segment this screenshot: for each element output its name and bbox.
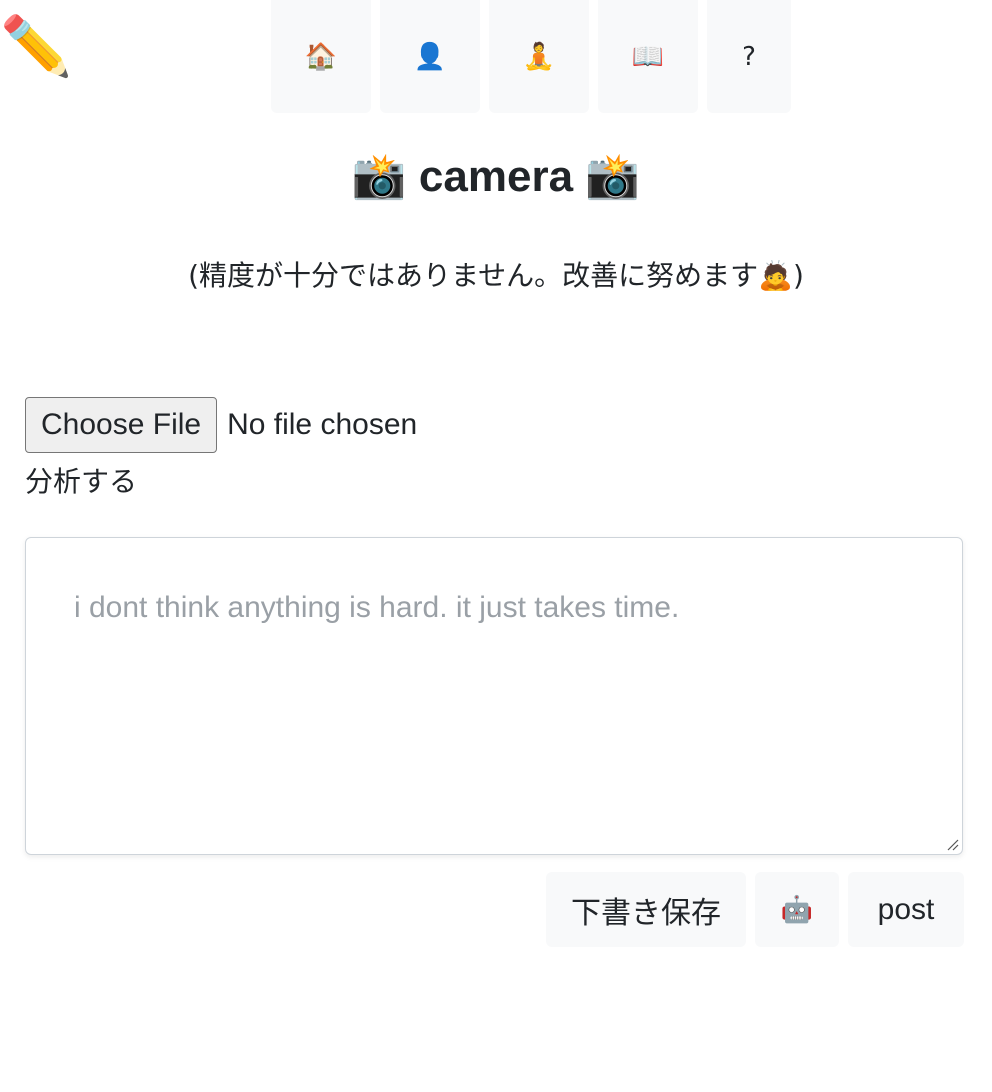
textarea-placeholder: i dont think anything is hard. it just t… <box>74 591 680 624</box>
file-input: Choose File No file chosen <box>25 397 417 453</box>
save-draft-button[interactable]: 下書き保存 <box>546 872 746 947</box>
file-status-text: No file chosen <box>227 408 418 441</box>
post-textarea[interactable]: i dont think anything is hard. it just t… <box>25 537 963 855</box>
post-actions: 下書き保存 🤖 post <box>546 872 964 947</box>
accuracy-notice: (精度が十分ではありません。改善に努めます🙇) <box>188 259 804 292</box>
book-icon: 📖 <box>631 41 665 71</box>
page-title: 📸 camera 📸 <box>351 152 641 201</box>
top-nav: 🏠 👤 🧘 📖 ? <box>271 0 791 113</box>
analyze-button[interactable]: 分析する <box>25 460 137 504</box>
house-icon: 🏠 <box>304 41 338 71</box>
user-icon: 👤 <box>413 41 447 71</box>
help-button[interactable]: ? <box>707 0 791 113</box>
meditation-icon: 🧘 <box>522 41 556 71</box>
resize-handle-icon[interactable] <box>945 837 959 851</box>
ai-assist-button[interactable]: 🤖 <box>755 872 839 947</box>
question-icon: ? <box>742 41 756 72</box>
home-button[interactable]: 🏠 <box>271 0 371 113</box>
choose-file-button[interactable]: Choose File <box>25 397 218 453</box>
meditation-button[interactable]: 🧘 <box>489 0 589 113</box>
profile-button[interactable]: 👤 <box>380 0 480 113</box>
book-button[interactable]: 📖 <box>598 0 698 113</box>
post-button[interactable]: post <box>848 872 964 947</box>
robot-icon: 🤖 <box>780 894 814 924</box>
pencil-icon[interactable]: ✏️ <box>0 18 72 76</box>
